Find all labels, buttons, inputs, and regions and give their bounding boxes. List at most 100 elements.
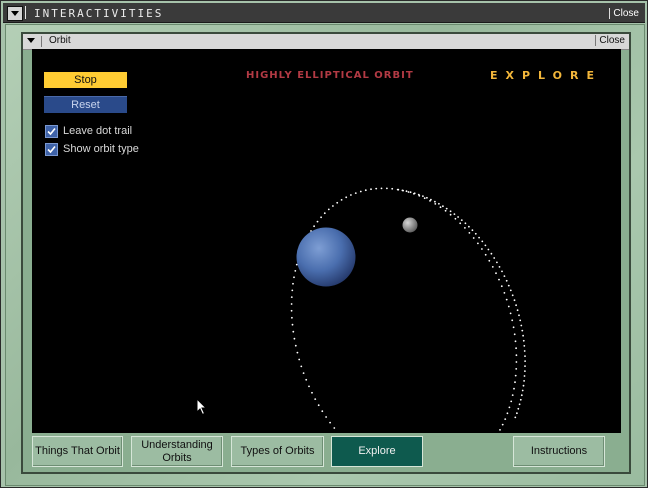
trail-dot	[524, 365, 526, 367]
trail-dot	[498, 266, 501, 268]
trail-dot	[308, 385, 310, 388]
trail-dot	[426, 196, 428, 199]
trail-dot	[449, 213, 452, 216]
nav-things-that-orbit-label: Things That Orbit	[35, 445, 120, 457]
trail-dot	[445, 207, 448, 210]
trail-dot	[340, 199, 343, 201]
trail-dot	[522, 339, 525, 342]
trail-dot	[517, 407, 520, 410]
trail-dot	[409, 191, 412, 194]
trail-dot	[468, 232, 471, 234]
trail-dot	[298, 358, 301, 361]
title-separator	[25, 6, 26, 19]
trail-dot	[380, 187, 383, 190]
trail-dot	[520, 324, 523, 327]
trail-dot	[523, 380, 525, 382]
trail-dot	[515, 361, 518, 363]
trail-dot	[519, 319, 522, 322]
trail-dot	[291, 289, 294, 292]
trail-dot	[514, 381, 516, 384]
trail-dot	[313, 225, 315, 228]
panel-close-button[interactable]: Close	[595, 35, 625, 46]
window-menu-icon[interactable]	[7, 6, 23, 21]
trail-dot	[317, 404, 320, 407]
trail-dot	[522, 334, 524, 337]
trail-dot	[321, 410, 324, 413]
nav-explore[interactable]: Explore	[331, 436, 423, 467]
trail-dot	[481, 240, 484, 243]
trail-dot	[506, 412, 509, 415]
trail-dot	[511, 294, 514, 297]
orbit-stage: Stop Reset Leave dot trail Show orbit ty…	[32, 49, 621, 433]
nav-understanding-orbits[interactable]: Understanding Orbits	[131, 436, 223, 467]
panel-menu-icon[interactable]	[25, 35, 37, 46]
trail-dot	[490, 252, 493, 255]
nav-types-of-orbits[interactable]: Types of Orbits	[231, 436, 324, 467]
trail-dot	[524, 355, 526, 357]
panel-title-separator	[41, 36, 42, 47]
trail-dot	[511, 319, 514, 322]
trail-dot	[386, 187, 388, 190]
trail-dot	[291, 316, 293, 319]
nav-instructions[interactable]: Instructions	[513, 436, 605, 467]
trail-dot	[500, 285, 503, 288]
trail-dot	[449, 210, 452, 213]
trail-dot	[477, 242, 479, 245]
orbit-panel: Orbit Close Stop Reset Leave dot trail S…	[21, 32, 631, 474]
trail-dot	[512, 326, 515, 329]
trail-dot	[513, 333, 516, 336]
planet-icon	[296, 227, 356, 287]
trail-dot	[434, 203, 437, 205]
inner-titlebar: Orbit Close	[23, 34, 629, 50]
trail-dot	[503, 275, 506, 277]
trail-dot	[493, 257, 496, 259]
trail-dot	[401, 189, 404, 192]
nav-things-that-orbit[interactable]: Things That Orbit	[32, 436, 123, 467]
trail-dot	[501, 423, 504, 426]
trail-dot	[496, 261, 498, 264]
trail-dot	[520, 394, 523, 397]
trail-dot	[513, 299, 516, 302]
trail-dot	[515, 354, 518, 357]
trail-dot	[364, 189, 367, 192]
trail-dot	[481, 248, 483, 250]
trail-dot	[293, 276, 295, 279]
trail-dot	[523, 375, 526, 377]
trail-dot	[375, 187, 378, 190]
trail-dot	[405, 190, 408, 193]
trail-dot	[336, 201, 339, 204]
trail-dot	[325, 416, 327, 418]
trail-dot	[292, 282, 294, 285]
trail-dot	[439, 206, 442, 209]
trail-dot	[472, 237, 475, 239]
trail-dot	[300, 365, 303, 368]
nav-instructions-label: Instructions	[530, 445, 588, 457]
trail-dot	[359, 190, 362, 193]
trail-dot	[508, 406, 511, 409]
trail-dot	[391, 187, 394, 190]
trail-dot	[464, 222, 467, 225]
outer-titlebar: INTERACTIVITIES Close	[3, 3, 645, 23]
trail-dot	[311, 391, 313, 394]
trail-dot	[515, 368, 518, 370]
trail-dot	[523, 350, 526, 352]
trail-dot	[305, 378, 308, 381]
trail-dot	[453, 213, 456, 216]
trail-dot	[521, 389, 524, 392]
trail-dot	[498, 278, 500, 281]
trail-dot	[509, 289, 512, 292]
trail-dot	[296, 351, 299, 354]
trail-dot	[417, 193, 420, 196]
trail-dot	[438, 202, 440, 205]
trail-dot	[333, 427, 336, 429]
trail-dot	[499, 429, 501, 431]
outer-close-button[interactable]: Close	[609, 8, 639, 19]
trail-dot	[422, 195, 424, 198]
trail-dot	[507, 284, 510, 287]
trail-dot	[413, 192, 416, 195]
trail-dot	[515, 347, 517, 350]
trail-dot	[514, 340, 517, 343]
trail-dot	[323, 212, 326, 215]
trail-dot	[516, 412, 518, 415]
panel-title: Orbit	[49, 35, 71, 46]
